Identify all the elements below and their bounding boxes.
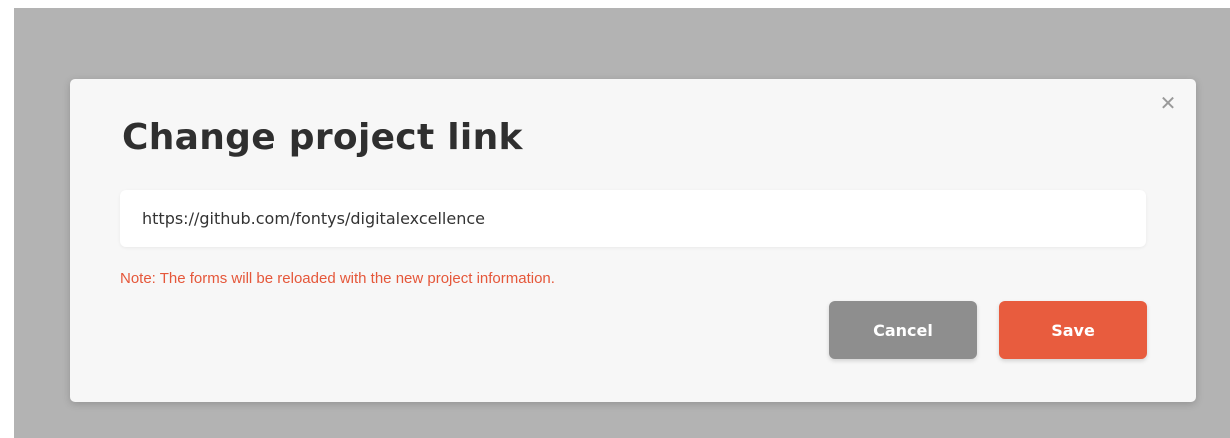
project-link-input[interactable]	[120, 190, 1146, 247]
save-button[interactable]: Save	[999, 301, 1147, 359]
dialog-title: Change project link	[122, 117, 523, 158]
modal-backdrop: ✕ Change project link Note: The forms wi…	[14, 8, 1230, 438]
reload-note: Note: The forms will be reloaded with th…	[120, 270, 555, 287]
close-icon[interactable]: ✕	[1156, 91, 1180, 115]
cancel-button[interactable]: Cancel	[829, 301, 977, 359]
change-project-link-dialog: ✕ Change project link Note: The forms wi…	[70, 79, 1196, 402]
